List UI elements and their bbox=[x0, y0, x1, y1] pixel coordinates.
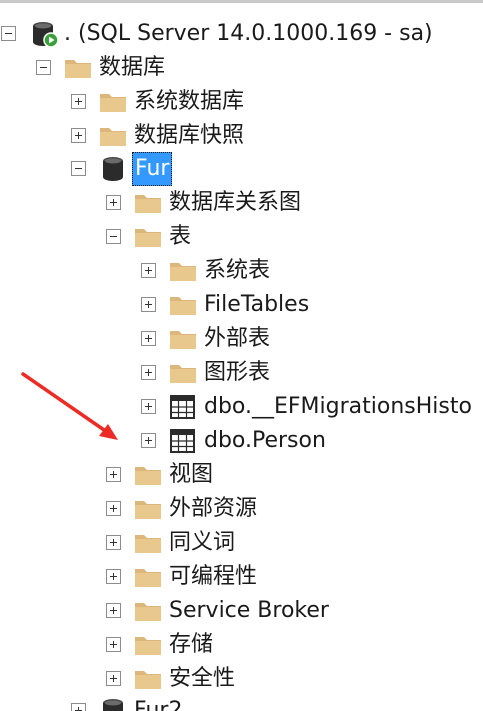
folder-icon bbox=[133, 597, 163, 625]
tree-node-programmability[interactable]: 可编程性 bbox=[0, 560, 483, 594]
tree-node-label: 外部资源 bbox=[169, 496, 258, 521]
tree-node-label: dbo.Person bbox=[204, 428, 326, 453]
folder-icon bbox=[168, 291, 198, 319]
tree-node-external-resources[interactable]: 外部资源 bbox=[0, 492, 483, 526]
expand-toggle[interactable] bbox=[71, 703, 86, 711]
expand-toggle[interactable] bbox=[106, 467, 121, 482]
toolbar-edge bbox=[0, 0, 483, 3]
expand-toggle[interactable] bbox=[141, 263, 156, 278]
tree-node-label: dbo.__EFMigrationsHisto bbox=[204, 394, 472, 419]
tree-node-label: 表 bbox=[169, 224, 192, 249]
tree-node-label: 同义词 bbox=[169, 530, 236, 555]
tree-node-system-databases[interactable]: 系统数据库 bbox=[0, 85, 483, 119]
tree-node-table-person[interactable]: dbo.Person bbox=[0, 424, 483, 458]
collapse-toggle[interactable] bbox=[71, 161, 86, 176]
folder-icon bbox=[63, 54, 93, 82]
database-icon bbox=[98, 697, 128, 711]
folder-icon bbox=[133, 563, 163, 591]
collapse-toggle[interactable] bbox=[106, 229, 121, 244]
tree-node-label: 数据库 bbox=[99, 55, 166, 80]
tree-node-file-tables[interactable]: FileTables bbox=[0, 288, 483, 322]
expand-toggle[interactable] bbox=[141, 297, 156, 312]
expand-toggle[interactable] bbox=[106, 637, 121, 652]
database-icon bbox=[98, 155, 128, 183]
tree-node-label: 系统数据库 bbox=[134, 89, 245, 114]
folder-icon bbox=[133, 665, 163, 693]
expand-toggle[interactable] bbox=[106, 569, 121, 584]
folder-icon bbox=[133, 529, 163, 557]
server-connected-icon bbox=[30, 20, 60, 48]
tree-node-db-fur[interactable]: Fur bbox=[0, 152, 483, 186]
folder-icon bbox=[133, 461, 163, 489]
collapse-toggle[interactable] bbox=[1, 26, 16, 41]
expand-toggle[interactable] bbox=[71, 94, 86, 109]
tree-node-label: . (SQL Server 14.0.1000.169 - sa) bbox=[64, 21, 433, 46]
expand-toggle[interactable] bbox=[141, 399, 156, 414]
expand-toggle[interactable] bbox=[106, 671, 121, 686]
folder-icon bbox=[133, 631, 163, 659]
tree-node-label: 数据库关系图 bbox=[169, 190, 302, 215]
tree-node-views[interactable]: 视图 bbox=[0, 458, 483, 492]
expand-toggle[interactable] bbox=[106, 535, 121, 550]
expand-toggle[interactable] bbox=[141, 331, 156, 346]
tree-node-label: 外部表 bbox=[204, 326, 271, 351]
tree-node-label: FileTables bbox=[204, 292, 310, 317]
tree-node-label: Service Broker bbox=[169, 598, 329, 623]
expand-toggle[interactable] bbox=[141, 433, 156, 448]
folder-icon bbox=[133, 495, 163, 523]
tree-node-label: 视图 bbox=[169, 462, 214, 487]
tree-node-label: 安全性 bbox=[169, 666, 236, 691]
folder-icon bbox=[168, 359, 198, 387]
tree-node-label: 数据库快照 bbox=[134, 123, 245, 148]
tree-node-label: 可编程性 bbox=[169, 564, 258, 589]
expand-toggle[interactable] bbox=[106, 195, 121, 210]
tree-node-external-tables[interactable]: 外部表 bbox=[0, 322, 483, 356]
tree-node-label: 系统表 bbox=[204, 258, 271, 283]
tree-node-synonyms[interactable]: 同义词 bbox=[0, 526, 483, 560]
table-icon bbox=[168, 427, 198, 455]
tree-node-label-selected: Fur bbox=[132, 152, 173, 186]
tree-node-system-tables[interactable]: 系统表 bbox=[0, 254, 483, 288]
expand-toggle[interactable] bbox=[106, 603, 121, 618]
tree-node-db-diagrams[interactable]: 数据库关系图 bbox=[0, 186, 483, 220]
table-icon bbox=[168, 393, 198, 421]
tree-node-graph-tables[interactable]: 图形表 bbox=[0, 356, 483, 390]
tree-node-tables[interactable]: 表 bbox=[0, 220, 483, 254]
folder-icon bbox=[168, 325, 198, 353]
tree-node-label: 存储 bbox=[169, 632, 214, 657]
tree-node-service-broker[interactable]: Service Broker bbox=[0, 594, 483, 628]
tree-node-db-fur2[interactable]: Fur2 bbox=[0, 694, 483, 711]
tree-node-server[interactable]: . (SQL Server 14.0.1000.169 - sa) bbox=[0, 17, 483, 51]
tree-node-security[interactable]: 安全性 bbox=[0, 662, 483, 696]
expand-toggle[interactable] bbox=[106, 501, 121, 516]
folder-icon bbox=[133, 189, 163, 217]
tree-node-storage[interactable]: 存储 bbox=[0, 628, 483, 662]
collapse-toggle[interactable] bbox=[36, 60, 51, 75]
folder-icon bbox=[98, 122, 128, 150]
expand-toggle[interactable] bbox=[141, 365, 156, 380]
expand-toggle[interactable] bbox=[71, 128, 86, 143]
tree-node-label: Fur2 bbox=[134, 698, 183, 711]
folder-icon bbox=[168, 257, 198, 285]
tree-node-database-snapshots[interactable]: 数据库快照 bbox=[0, 119, 483, 153]
tree-node-table-ef-history[interactable]: dbo.__EFMigrationsHisto bbox=[0, 390, 483, 424]
tree-node-databases-folder[interactable]: 数据库 bbox=[0, 51, 483, 85]
folder-icon bbox=[133, 223, 163, 251]
tree-node-label: 图形表 bbox=[204, 360, 271, 385]
folder-icon bbox=[98, 88, 128, 116]
